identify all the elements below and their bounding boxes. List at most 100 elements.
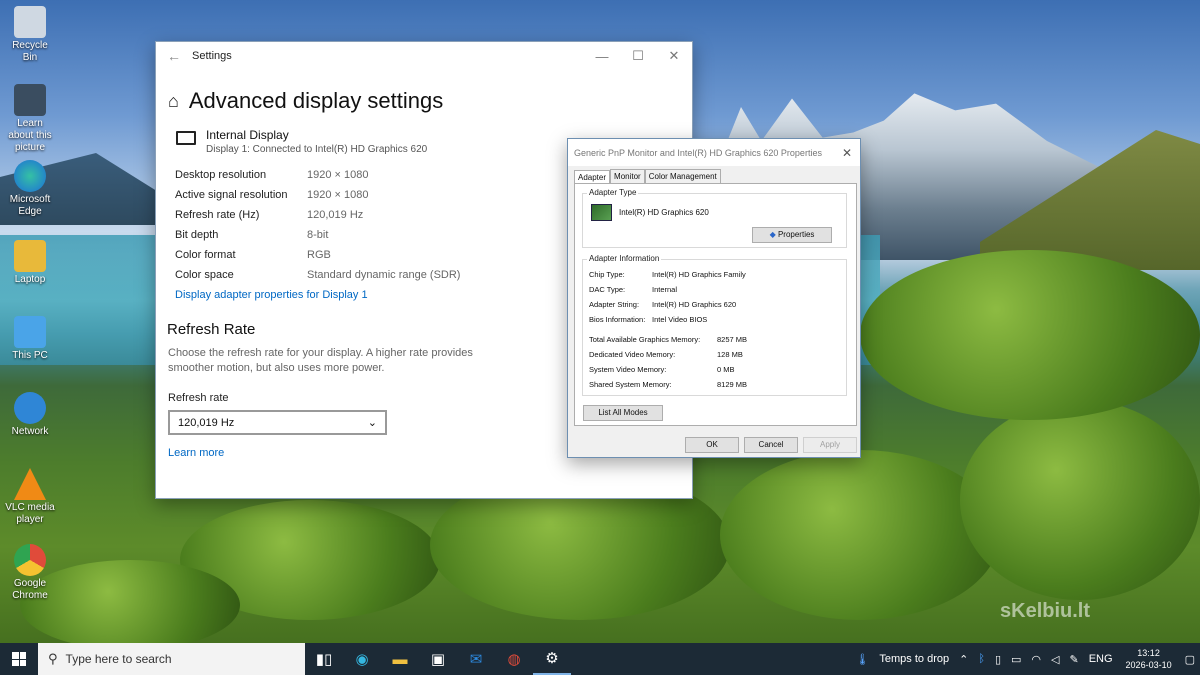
property-value: 1920 × 1080 bbox=[307, 169, 369, 181]
language-indicator[interactable]: ENG bbox=[1084, 653, 1118, 665]
property-value: 120,019 Hz bbox=[307, 209, 364, 221]
desktop-icon-recycle-bin[interactable]: Recycle Bin bbox=[4, 6, 56, 64]
apply-button[interactable]: Apply bbox=[803, 437, 857, 453]
graphics-card-icon bbox=[591, 204, 612, 221]
bluetooth-icon[interactable]: ᛒ bbox=[973, 653, 990, 665]
properties-button[interactable]: ◆ Properties bbox=[752, 227, 832, 243]
property-value: RGB bbox=[307, 249, 331, 261]
phone-link-icon[interactable]: ▯ bbox=[990, 653, 1006, 666]
learn-picture-icon bbox=[14, 84, 46, 116]
thermometer-icon: 🌡 bbox=[855, 653, 870, 666]
tab-adapter[interactable]: Adapter bbox=[574, 170, 611, 184]
memory-row: Shared System Memory: 8129 MB bbox=[589, 380, 747, 389]
desktop-icon-label: Laptop bbox=[14, 274, 46, 285]
settings-gear-icon[interactable]: ⚙ bbox=[533, 643, 571, 675]
close-icon[interactable]: ✕ bbox=[834, 146, 860, 160]
info-row: Chip Type: Intel(R) HD Graphics Family bbox=[589, 270, 746, 279]
refresh-rate-dropdown[interactable]: 120,019 Hz ⌄ bbox=[168, 410, 387, 435]
property-key: Color space bbox=[175, 269, 234, 281]
start-button[interactable] bbox=[0, 643, 38, 675]
folder-icon bbox=[14, 240, 46, 272]
memory-key: Total Available Graphics Memory: bbox=[589, 335, 701, 344]
desktop-icon-learn-picture[interactable]: Learn about this picture bbox=[4, 84, 56, 154]
minimize-icon[interactable]: — bbox=[584, 49, 620, 64]
volume-icon[interactable]: ◁ bbox=[1046, 653, 1064, 666]
info-key: DAC Type: bbox=[589, 285, 626, 294]
property-value: Standard dynamic range (SDR) bbox=[307, 269, 461, 281]
adapter-tab-panel: Adapter Type Intel(R) HD Graphics 620 ◆ … bbox=[574, 183, 857, 426]
close-icon[interactable]: ✕ bbox=[656, 48, 692, 64]
desktop-icon-edge[interactable]: Microsoft Edge bbox=[4, 160, 56, 218]
page-title: Advanced display settings bbox=[188, 88, 444, 113]
info-key: Bios Information: bbox=[589, 315, 646, 324]
refresh-rate-description: Choose the refresh rate for your display… bbox=[168, 347, 473, 374]
desktop-icon-laptop[interactable]: Laptop bbox=[4, 240, 56, 286]
wifi-icon[interactable]: ◠ bbox=[1026, 653, 1046, 666]
desktop-icon-label: Network bbox=[11, 426, 49, 437]
battery-icon[interactable]: ▭ bbox=[1006, 653, 1026, 666]
display-name: Internal Display bbox=[206, 128, 289, 142]
file-explorer-icon[interactable]: ▬ bbox=[381, 643, 419, 675]
memory-row: Total Available Graphics Memory: 8257 MB bbox=[589, 335, 747, 344]
edge-taskbar-icon[interactable]: ◉ bbox=[343, 643, 381, 675]
pen-icon[interactable]: ✎ bbox=[1064, 653, 1083, 666]
maximize-icon[interactable]: ☐ bbox=[620, 48, 656, 64]
memory-value: 8257 MB bbox=[717, 335, 748, 344]
memory-value: 0 MB bbox=[717, 365, 735, 374]
chrome-taskbar-icon[interactable]: ◍ bbox=[495, 643, 533, 675]
desktop-icon-label: This PC bbox=[12, 350, 48, 361]
tab-color-management[interactable]: Color Management bbox=[644, 169, 721, 183]
shield-icon: ◆ bbox=[769, 230, 776, 239]
chevron-down-icon: ⌄ bbox=[367, 417, 377, 429]
search-placeholder: Type here to search bbox=[65, 652, 172, 666]
notifications-icon[interactable]: ▢ bbox=[1180, 653, 1200, 666]
property-key: Active signal resolution bbox=[175, 189, 288, 201]
back-arrow-icon[interactable]: ← bbox=[156, 48, 192, 64]
wallpaper-shrub bbox=[960, 400, 1200, 600]
recycle-bin-icon bbox=[14, 6, 46, 38]
desktop-icon-label: Google Chrome bbox=[12, 578, 48, 601]
taskbar: ⚲ Type here to search ▮▯ ◉ ▬ ▣ ✉ ◍ ⚙ 🌡 T… bbox=[0, 643, 1200, 675]
chrome-icon bbox=[14, 544, 46, 576]
wallpaper-shrub bbox=[860, 250, 1200, 420]
clock-date: 2026-03-10 bbox=[1125, 660, 1172, 670]
memory-row: Dedicated Video Memory: 128 MB bbox=[589, 350, 743, 359]
info-key: Chip Type: bbox=[589, 270, 625, 279]
ok-button[interactable]: OK bbox=[685, 437, 739, 453]
desktop-icon-label: Microsoft Edge bbox=[9, 194, 51, 217]
memory-value: 8129 MB bbox=[717, 380, 748, 389]
settings-titlebar: ← Settings — ☐ ✕ bbox=[156, 42, 692, 70]
taskbar-search[interactable]: ⚲ Type here to search bbox=[38, 643, 305, 675]
clock[interactable]: 13:12 2026-03-10 bbox=[1118, 647, 1180, 671]
mail-icon[interactable]: ✉ bbox=[457, 643, 495, 675]
vlc-icon bbox=[14, 468, 46, 500]
tab-monitor[interactable]: Monitor bbox=[610, 169, 645, 183]
adapter-properties-dialog: Generic PnP Monitor and Intel(R) HD Grap… bbox=[567, 138, 861, 458]
memory-key: System Video Memory: bbox=[589, 365, 667, 374]
list-all-modes-button[interactable]: List All Modes bbox=[583, 405, 663, 421]
desktop-icon-vlc[interactable]: VLC media player bbox=[4, 468, 56, 526]
property-value: 8-bit bbox=[307, 229, 329, 241]
group-title: Adapter Information bbox=[587, 254, 662, 263]
this-pc-icon bbox=[14, 316, 46, 348]
chevron-up-icon[interactable]: ⌃ bbox=[954, 653, 973, 666]
store-icon[interactable]: ▣ bbox=[419, 643, 457, 675]
adapter-info-group: Adapter Information Chip Type: Intel(R) H… bbox=[582, 254, 847, 396]
info-row: Bios Information: Intel Video BIOS bbox=[589, 315, 707, 324]
dialog-titlebar: Generic PnP Monitor and Intel(R) HD Grap… bbox=[568, 139, 860, 166]
info-value: Intel(R) HD Graphics 620 bbox=[652, 300, 737, 309]
properties-button-label: Properties bbox=[777, 230, 815, 239]
clock-time: 13:12 bbox=[1137, 648, 1160, 658]
property-key: Color format bbox=[175, 249, 236, 261]
page-header: ⌂ Advanced display settings bbox=[168, 88, 692, 114]
adapter-properties-link[interactable]: Display adapter properties for Display 1 bbox=[175, 289, 368, 301]
home-icon[interactable]: ⌂ bbox=[168, 91, 179, 112]
memory-key: Dedicated Video Memory: bbox=[589, 350, 676, 359]
weather-text[interactable]: Temps to drop bbox=[874, 653, 954, 665]
network-icon bbox=[14, 392, 46, 424]
desktop-icon-this-pc[interactable]: This PC bbox=[4, 316, 56, 362]
cancel-button[interactable]: Cancel bbox=[744, 437, 798, 453]
task-view-icon[interactable]: ▮▯ bbox=[305, 643, 343, 675]
desktop-icon-chrome[interactable]: Google Chrome bbox=[4, 544, 56, 602]
desktop-icon-network[interactable]: Network bbox=[4, 392, 56, 438]
